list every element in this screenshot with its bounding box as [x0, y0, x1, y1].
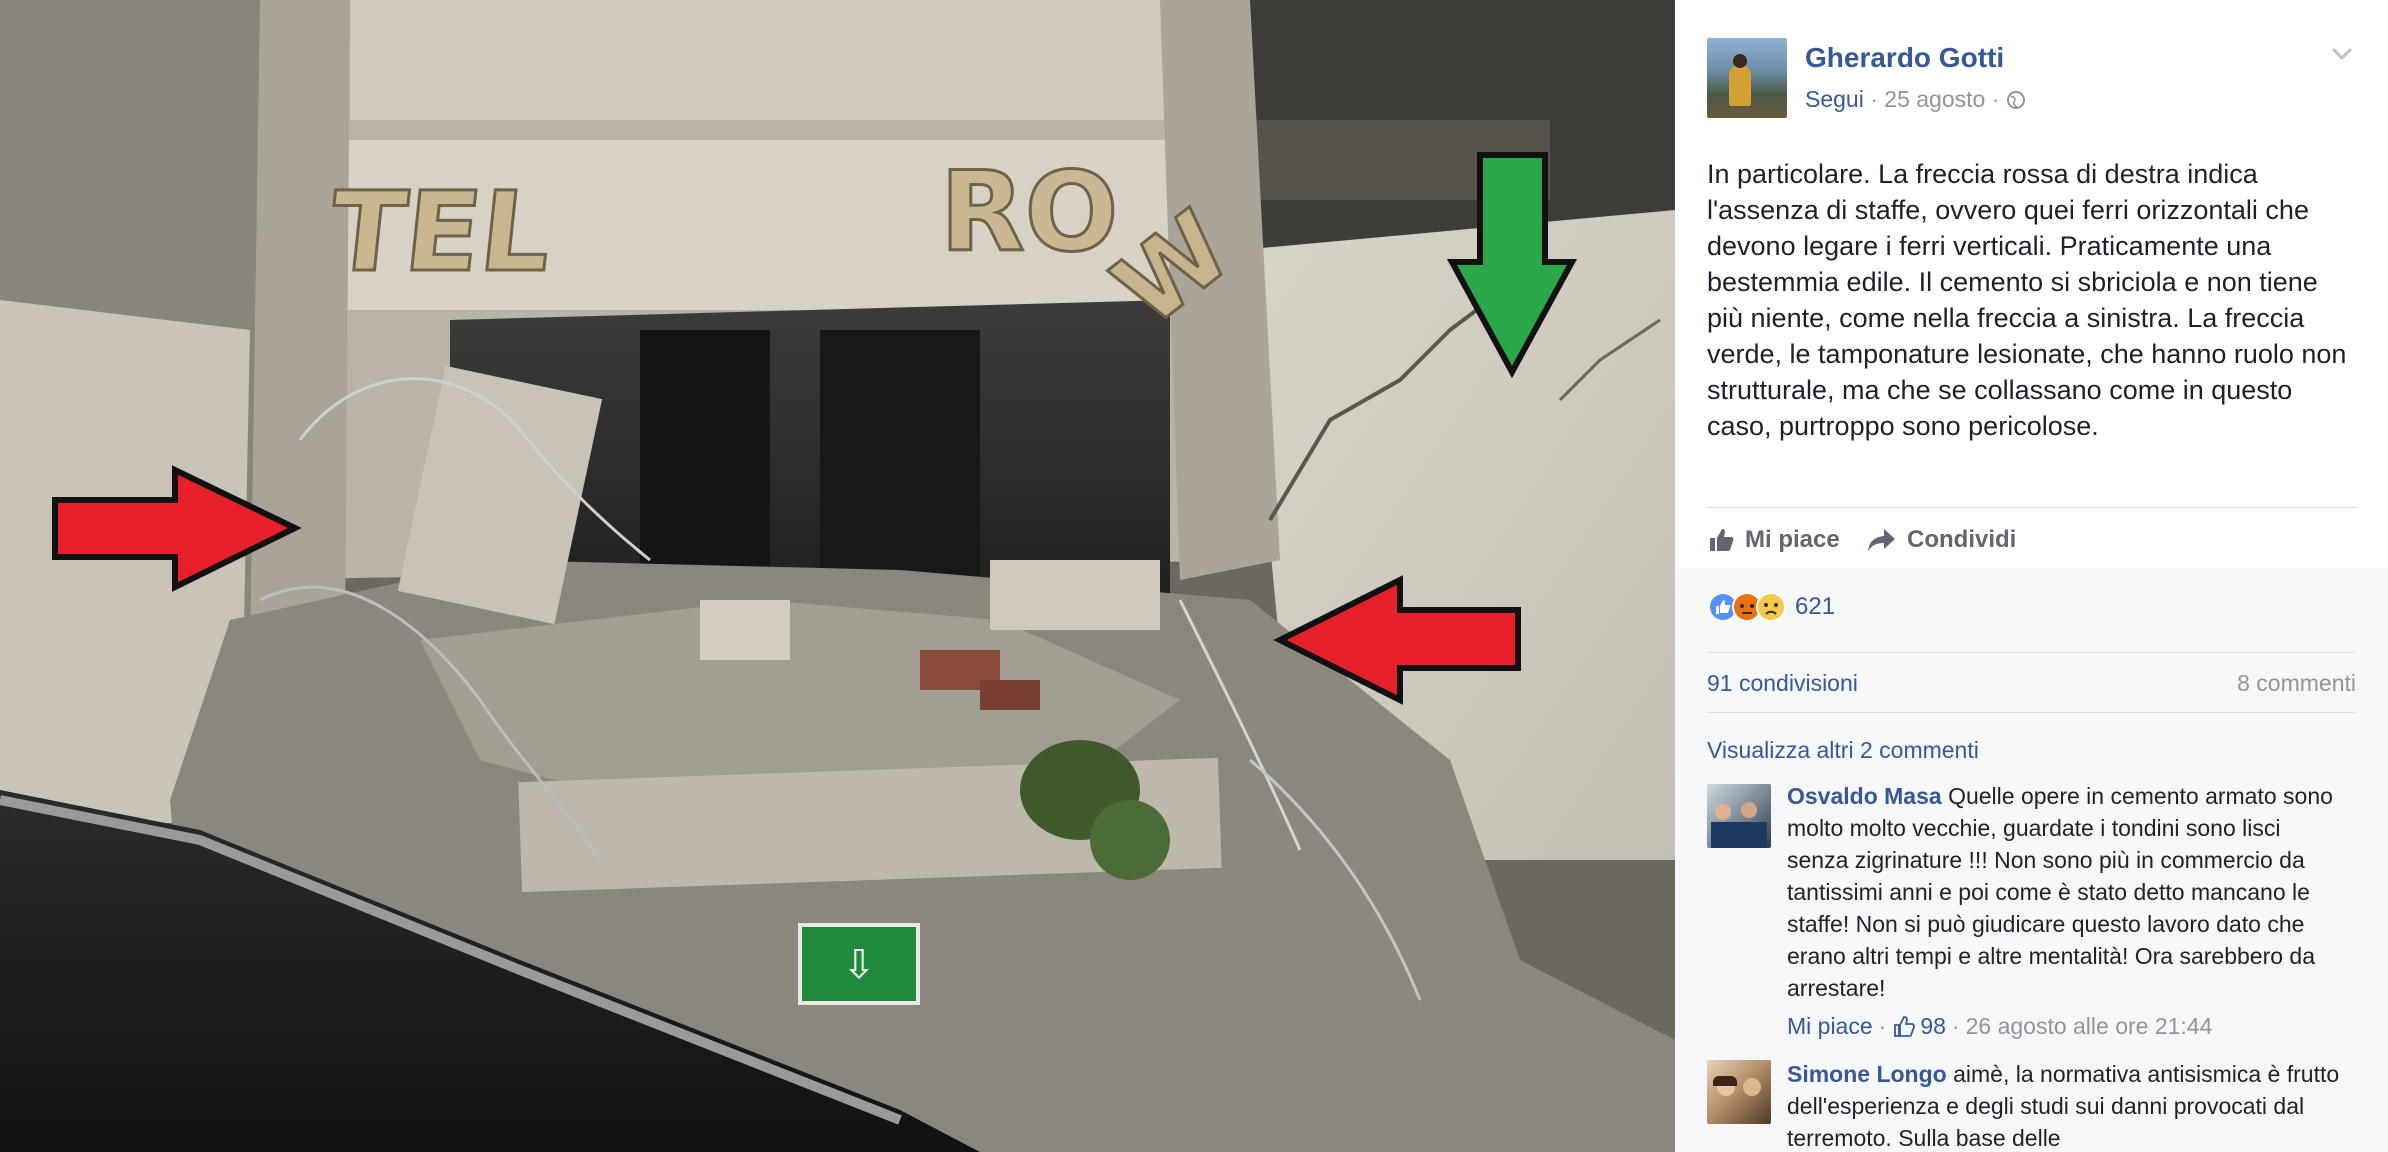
comment-actions: Mi piace · 98 · 26 agosto alle ore 21:44: [1787, 1013, 2212, 1040]
meta-separator: ·: [1870, 86, 1878, 112]
commenter-avatar[interactable]: [1707, 1060, 1771, 1124]
shares-link[interactable]: 91 condivisioni: [1707, 670, 1858, 697]
sign-letters-left: TEL: [324, 169, 558, 297]
reactions-summary[interactable]: 621: [1707, 591, 1835, 623]
divider: [1707, 507, 2356, 508]
author-name[interactable]: Gherardo Gotti: [1805, 42, 2004, 74]
globe-icon: [2006, 91, 2025, 109]
commenter-avatar[interactable]: [1707, 784, 1771, 848]
like-label: Mi piace: [1745, 526, 1840, 553]
meta-separator-2: ·: [1951, 1013, 1960, 1039]
meta-separator-2: ·: [1991, 86, 2000, 112]
share-icon: [1868, 529, 1895, 551]
comment-body: Simone Longo aimè, la normativa antisism…: [1787, 1058, 2347, 1152]
commenter-name[interactable]: Osvaldo Masa: [1787, 783, 1942, 809]
view-more-comments-link[interactable]: Visualizza altri 2 commenti: [1707, 737, 1979, 764]
like-button[interactable]: Mi piace: [1707, 526, 1840, 554]
follow-link[interactable]: Segui: [1805, 86, 1864, 112]
sad-reaction-icon: [1756, 592, 1786, 622]
comment-body: Osvaldo Masa Quelle opere in cemento arm…: [1787, 780, 2347, 1004]
divider: [1707, 652, 2356, 653]
comment-timestamp[interactable]: 26 agosto alle ore 21:44: [1966, 1013, 2213, 1040]
thumbs-up-outline-icon: [1894, 1015, 1916, 1037]
post-sidebar: Gherardo Gotti Segui · 25 agosto · In pa…: [1675, 0, 2388, 1152]
share-label: Condividi: [1907, 526, 2017, 553]
post-meta: Segui · 25 agosto ·: [1805, 86, 2026, 113]
post-text: In particolare. La freccia rossa di dest…: [1707, 159, 2347, 441]
sign-letters-right: RO: [940, 148, 1118, 276]
author-avatar[interactable]: [1707, 38, 1787, 118]
collapsed-building-image: ⇩ TEL RO W: [0, 0, 1675, 1152]
comment-like-button[interactable]: Mi piace: [1787, 1013, 1873, 1040]
comment-text: Quelle opere in cemento armato sono molt…: [1787, 783, 2333, 1001]
thumbs-up-icon: [1710, 529, 1734, 551]
meta-separator: ·: [1878, 1013, 1887, 1039]
post-photo[interactable]: ⇩ TEL RO W: [0, 0, 1675, 1152]
commenter-name[interactable]: Simone Longo: [1787, 1061, 1947, 1087]
svg-text:⇩: ⇩: [842, 942, 876, 988]
post-date[interactable]: 25 agosto: [1884, 86, 1985, 112]
share-button[interactable]: Condividi: [1867, 526, 2016, 554]
comment-like-count[interactable]: 98: [1920, 1013, 1946, 1040]
comments-count-link[interactable]: 8 commenti: [2237, 670, 2356, 697]
divider: [1707, 712, 2356, 713]
chevron-down-icon[interactable]: [2330, 46, 2354, 62]
reactions-count: 621: [1795, 593, 1836, 620]
